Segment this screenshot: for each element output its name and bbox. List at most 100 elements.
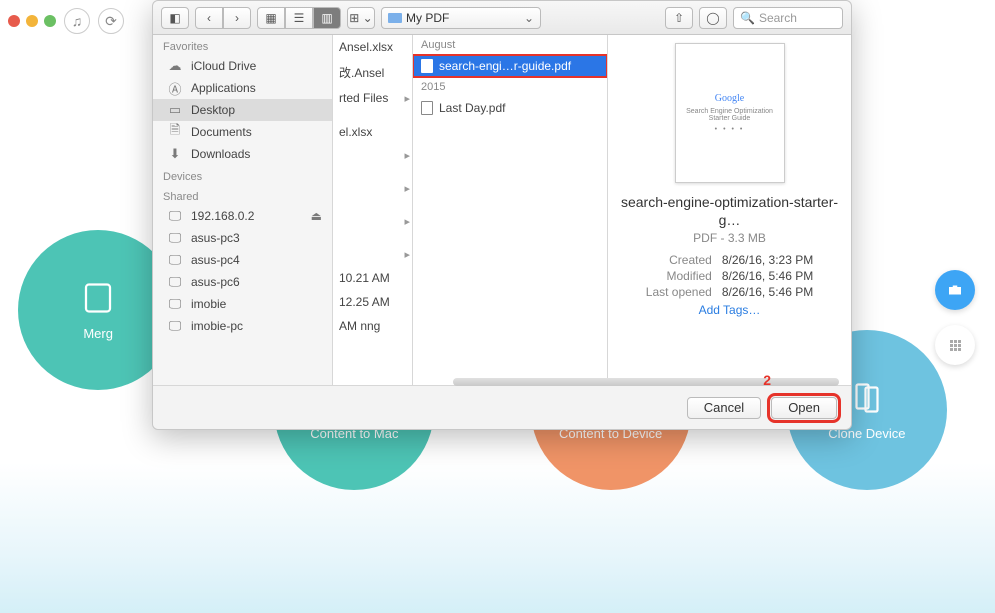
music-icon[interactable]: ♫ — [64, 8, 90, 34]
sidebar-item-applications[interactable]: Ⓐ Applications — [153, 77, 332, 99]
list-item[interactable]: ▸ — [333, 243, 412, 266]
item-label: AM nng — [339, 319, 380, 333]
view-list[interactable]: ☰ — [285, 7, 313, 29]
list-item[interactable]: Ansel.xlsx — [333, 35, 412, 59]
list-item[interactable]: 改.Ansel — [333, 59, 412, 86]
chevron-right-icon: ▸ — [404, 182, 410, 195]
meta-key: Created — [646, 253, 712, 267]
list-item[interactable] — [333, 110, 412, 120]
list-item[interactable] — [333, 233, 412, 243]
sidebar-item-icloud[interactable]: ☁iCloud Drive — [153, 55, 332, 77]
group-header: 2015 — [413, 77, 607, 97]
meta-key: Modified — [646, 269, 712, 283]
path-dropdown[interactable]: My PDF — [381, 7, 541, 29]
sidebar-label: Downloads — [191, 147, 250, 161]
refresh-icon[interactable]: ⟳ — [98, 8, 124, 34]
list-item[interactable]: 12.25 AM — [333, 290, 412, 314]
minimize-window[interactable] — [26, 15, 38, 27]
sidebar-item-downloads[interactable]: ⬇ Downloads — [153, 143, 332, 165]
list-item[interactable] — [333, 167, 412, 177]
file-icon — [421, 59, 433, 73]
list-item[interactable]: ▸ — [333, 177, 412, 200]
nav-back[interactable]: ‹ — [195, 7, 223, 29]
merge-label: Merg — [83, 326, 113, 341]
sidebar-item-host[interactable]: 🖵 imobie — [153, 293, 332, 315]
close-window[interactable] — [8, 15, 20, 27]
host-icon: 🖵 — [167, 319, 183, 333]
sidebar-item-host[interactable]: 🖵imobie-pc — [153, 315, 332, 337]
list-item[interactable]: ▸ — [333, 144, 412, 167]
file-label: Last Day.pdf — [439, 101, 505, 115]
item-label: 10.21 AM — [339, 271, 390, 285]
open-file-dialog: ◧ ‹ › ▦ ☰ ▥ ⊞ ⌄ My PDF ⇧ ◯ 🔍 Search Favo… — [152, 0, 852, 430]
chevron-right-icon: ▸ — [404, 92, 410, 105]
window-chrome: ♫ ⟳ — [8, 8, 124, 34]
thumb-brand: Google — [715, 93, 744, 104]
column-1: Ansel.xlsx 改.Ansel rted Files ▸ el.xlsx ▸… — [333, 35, 413, 385]
list-item[interactable]: el.xlsx — [333, 120, 412, 144]
sidebar-item-host[interactable]: 🖵192.168.0.2⏏ — [153, 205, 332, 227]
sidebar-item-host[interactable]: 🖵asus-pc6 — [153, 271, 332, 293]
preview-subtitle: PDF - 3.3 MB — [693, 231, 766, 245]
item-label: rted Files — [339, 91, 388, 105]
sidebar-section-devices: Devices — [153, 165, 332, 185]
search-input[interactable]: 🔍 Search — [733, 7, 843, 29]
group-header: August — [413, 35, 607, 55]
chevron-right-icon: ▸ — [404, 215, 410, 228]
toolbox-button[interactable] — [935, 270, 975, 310]
host-icon: 🖵 — [167, 297, 183, 311]
chevron-right-icon: ▸ — [404, 248, 410, 261]
sidebar-label: 192.168.0.2 — [191, 209, 254, 223]
arrange-menu[interactable]: ⊞ ⌄ — [347, 7, 375, 29]
apps-icon: Ⓐ — [167, 81, 183, 95]
list-item[interactable]: AM nng — [333, 314, 412, 338]
list-item[interactable]: ▸ — [333, 210, 412, 233]
sidebar-item-desktop[interactable]: ▭ Desktop — [153, 99, 332, 121]
phones-icon — [849, 380, 885, 416]
sidebar-item-documents[interactable]: 🗎Documents — [153, 121, 332, 143]
add-tags-link[interactable]: Add Tags… — [699, 303, 761, 317]
sidebar-label: Desktop — [191, 103, 235, 117]
list-item[interactable]: rted Files ▸ — [333, 86, 412, 110]
view-icons[interactable]: ▦ — [257, 7, 285, 29]
cancel-button[interactable]: Cancel — [687, 397, 761, 419]
sidebar-toggle[interactable]: ◧ — [161, 7, 189, 29]
preview-metadata: Created 8/26/16, 3:23 PM Modified 8/26/16,… — [646, 253, 813, 299]
file-item-selected[interactable]: search-engi…r-guide.pdf — [413, 55, 607, 77]
item-label: Ansel.xlsx — [339, 40, 393, 54]
sidebar-label: Documents — [191, 125, 252, 139]
apps-button[interactable] — [935, 325, 975, 365]
view-columns[interactable]: ▥ — [313, 7, 341, 29]
dialog-footer: 2 Cancel Open — [153, 385, 851, 429]
share-button[interactable]: ⇧ — [665, 7, 693, 29]
file-label: search-engi…r-guide.pdf — [439, 59, 571, 73]
file-item[interactable]: Last Day.pdf — [413, 97, 607, 119]
floating-actions — [935, 270, 975, 365]
list-item[interactable]: 10.21 AM — [333, 266, 412, 290]
list-item[interactable] — [333, 200, 412, 210]
sidebar-section-shared: Shared — [153, 185, 332, 205]
meta-value: 8/26/16, 3:23 PM — [722, 253, 813, 267]
chevron-right-icon: ▸ — [404, 149, 410, 162]
grid-icon — [950, 340, 961, 351]
preview-panel: Google Search Engine Optimization Starte… — [608, 35, 851, 385]
search-icon: 🔍 — [740, 11, 755, 25]
preview-thumbnail: Google Search Engine Optimization Starte… — [675, 43, 785, 183]
desktop-icon: ▭ — [167, 103, 183, 117]
tags-button[interactable]: ◯ — [699, 7, 727, 29]
download-icon: ⬇ — [167, 147, 183, 161]
sidebar-section-favorites: Favorites — [153, 35, 332, 55]
host-icon: 🖵 — [167, 231, 183, 245]
sidebar-item-host[interactable]: 🖵asus-pc3 — [153, 227, 332, 249]
meta-value: 8/26/16, 5:46 PM — [722, 285, 813, 299]
dialog-toolbar: ◧ ‹ › ▦ ☰ ▥ ⊞ ⌄ My PDF ⇧ ◯ 🔍 Search — [153, 1, 851, 35]
search-placeholder: Search — [759, 11, 797, 25]
maximize-window[interactable] — [44, 15, 56, 27]
sidebar-item-host[interactable]: 🖵asus-pc4 — [153, 249, 332, 271]
sidebar-label: iCloud Drive — [191, 59, 256, 73]
nav-forward[interactable]: › — [223, 7, 251, 29]
eject-icon[interactable]: ⏏ — [311, 209, 322, 223]
sidebar-label: Applications — [191, 81, 256, 95]
open-button[interactable]: Open — [771, 397, 837, 419]
sidebar-label: imobie — [191, 297, 226, 311]
